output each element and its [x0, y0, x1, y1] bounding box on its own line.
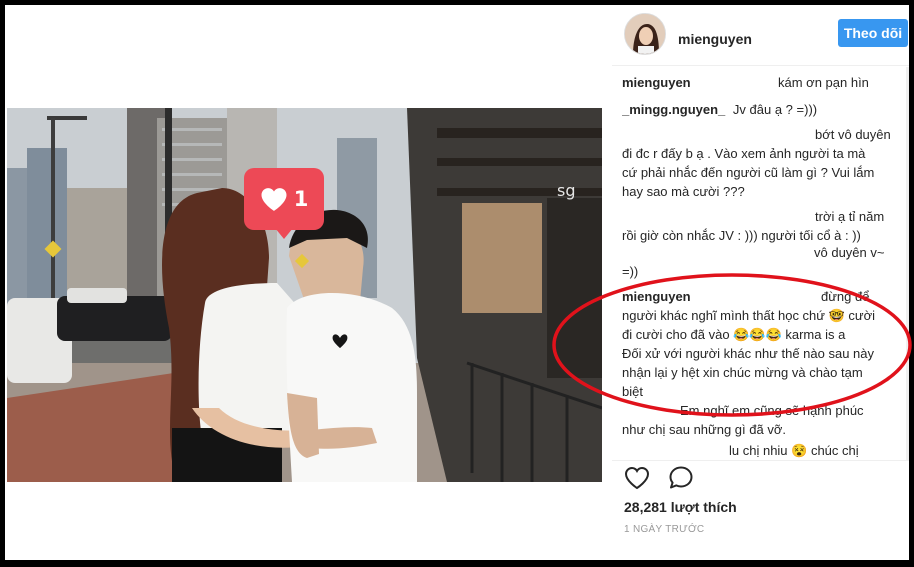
- comment-item: _mingg.nguyen_ Jv đâu ạ ? =))): [622, 100, 906, 119]
- actions-divider: [612, 460, 909, 461]
- comment-text: Đối xử với người khác như thế nào sau nà…: [622, 346, 875, 361]
- post-author-username[interactable]: mienguyen: [678, 31, 752, 47]
- comment-text: =)): [622, 264, 639, 279]
- svg-text:sg: sg: [557, 181, 576, 200]
- comment-text: hay sao mà cười ???: [622, 184, 745, 199]
- comment-text: trời ạ tỉ năm: [815, 209, 885, 224]
- like-notification-badge: 1: [244, 168, 324, 240]
- comment-text: như chị sau những gì đã vỡ.: [622, 422, 786, 437]
- speech-bubble-icon[interactable]: [668, 465, 694, 491]
- comment-item: trời ạ tỉ năm rồi giờ còn nhắc JV : ))) …: [622, 207, 906, 245]
- like-badge-bubble: 1: [244, 168, 324, 230]
- like-badge-tail: [275, 228, 293, 239]
- heart-icon: [261, 187, 287, 211]
- photo-scene: sg: [7, 108, 602, 482]
- comment-text: người khác nghĩ mình thất học chứ 🤓 cười: [622, 308, 876, 323]
- post-photo[interactable]: sg 1: [7, 108, 602, 482]
- avatar-image: [625, 14, 665, 54]
- avatar[interactable]: [624, 13, 666, 55]
- comment-text: đi đc r đấy b ạ . Vào xem ảnh người ta m…: [622, 146, 866, 161]
- heart-outline-icon[interactable]: [624, 465, 650, 491]
- instagram-post-window: sg 1 mienguyen Theo dõi mienguyen kám ơn…: [5, 5, 909, 560]
- post-actions: 28,281 lượt thích 1 NGÀY TRƯỚC: [612, 460, 909, 560]
- comment-text: cứ phải nhắc đến người cũ làm gì ? Vui l…: [622, 165, 875, 180]
- comment-item: Em nghĩ em cũng sẽ hạnh phúc như chị sau…: [622, 401, 906, 439]
- comments-list[interactable]: mienguyen kám ơn pạn hìn _mingg.nguyen_ …: [622, 67, 906, 460]
- comment-text: Em nghĩ em cũng sẽ hạnh phúc: [680, 403, 864, 418]
- comment-text: nhận lại y hệt xin chúc mừng và chào tạm: [622, 365, 863, 380]
- comment-item: bớt vô duyên đi đc r đấy b ạ . Vào xem ả…: [622, 125, 906, 201]
- comment-text: biệt: [622, 384, 643, 399]
- comment-text: đừng để: [821, 289, 870, 304]
- comment-item: mienguyen kám ơn pạn hìn: [622, 73, 906, 92]
- header-divider: [612, 65, 909, 66]
- post-header: mienguyen Theo dõi: [622, 11, 909, 63]
- like-count[interactable]: 28,281 lượt thích: [624, 499, 737, 515]
- comment-text: Jv đâu ạ ? =))): [732, 102, 818, 117]
- comment-item: vô duyên v~ =)): [622, 243, 906, 281]
- comment-text: lu chị nhiu 😵 chúc chị: [729, 443, 859, 458]
- comment-item: mienguyen đừng để người khác nghĩ mình t…: [622, 287, 906, 401]
- follow-button[interactable]: Theo dõi: [838, 19, 908, 47]
- comment-text: vô duyên v~: [814, 245, 885, 260]
- comment-author[interactable]: mienguyen: [622, 289, 691, 304]
- comment-text: bớt vô duyên: [815, 127, 891, 142]
- like-badge-count: 1: [293, 187, 309, 211]
- post-timestamp[interactable]: 1 NGÀY TRƯỚC: [624, 524, 704, 535]
- comment-item: lu chị nhiu 😵 chúc chị: [622, 441, 906, 460]
- comment-text: kám ơn pạn hìn: [778, 75, 869, 90]
- comment-text: đi cười cho đã vào 😂😂😂 karma is a: [622, 327, 846, 342]
- comment-author[interactable]: mienguyen: [622, 75, 691, 90]
- comment-author[interactable]: _mingg.nguyen_: [622, 102, 725, 117]
- comments-scrollbar[interactable]: [906, 67, 909, 460]
